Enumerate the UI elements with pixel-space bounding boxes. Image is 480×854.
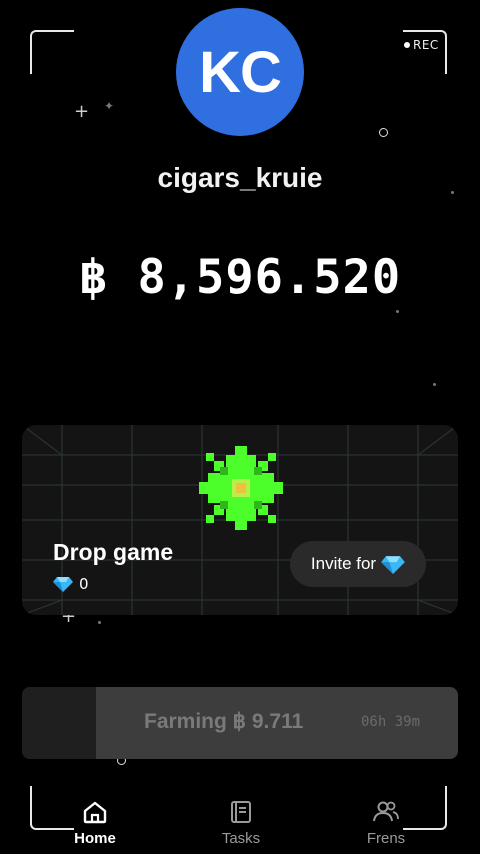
star-dot	[433, 383, 436, 386]
diamond-icon	[53, 577, 73, 592]
nav-home-label: Home	[74, 830, 116, 847]
gem-counter: 0	[53, 575, 89, 593]
sparkle-icon: ✦	[104, 99, 115, 113]
drop-game-title: Drop game	[53, 539, 174, 565]
nav-tasks[interactable]: Tasks	[196, 800, 286, 847]
rec-indicator: REC	[404, 38, 439, 52]
gem-count: 0	[79, 575, 89, 593]
rec-dot-icon	[404, 42, 410, 48]
star-dot	[98, 621, 101, 624]
farming-time-left: 06h 39m	[361, 714, 421, 730]
invite-label: Invite for	[310, 554, 377, 573]
clover-game-icon	[199, 446, 283, 530]
diamond-icon	[381, 555, 405, 574]
nav-tasks-label: Tasks	[221, 830, 261, 847]
frame-corner-top-right	[403, 30, 447, 74]
username: cigars_kruie	[157, 162, 323, 193]
farming-progress-fill	[22, 687, 97, 759]
ring-icon	[379, 128, 388, 137]
balance-amount: ฿ 8,596.520	[78, 250, 402, 305]
home-icon	[83, 801, 107, 824]
farming-label: Farming ฿ 9.711	[144, 710, 304, 733]
rec-label: REC	[413, 38, 439, 52]
farming-progress-bar[interactable]: Farming ฿ 9.711 06h 39m	[22, 687, 458, 759]
sparkle-icon: +	[74, 101, 90, 122]
avatar[interactable]: KC	[176, 8, 304, 136]
nav-home[interactable]: Home	[50, 800, 140, 847]
friends-icon	[373, 801, 399, 822]
nav-frens-label: Frens	[366, 830, 406, 847]
frame-corner-top-left	[30, 30, 74, 74]
book-icon	[231, 801, 251, 823]
drop-game-card[interactable]: Drop game 0 Invite for	[22, 425, 458, 615]
nav-frens[interactable]: Frens	[341, 800, 431, 847]
star-dot	[396, 310, 399, 313]
invite-button[interactable]: Invite for	[290, 541, 426, 587]
